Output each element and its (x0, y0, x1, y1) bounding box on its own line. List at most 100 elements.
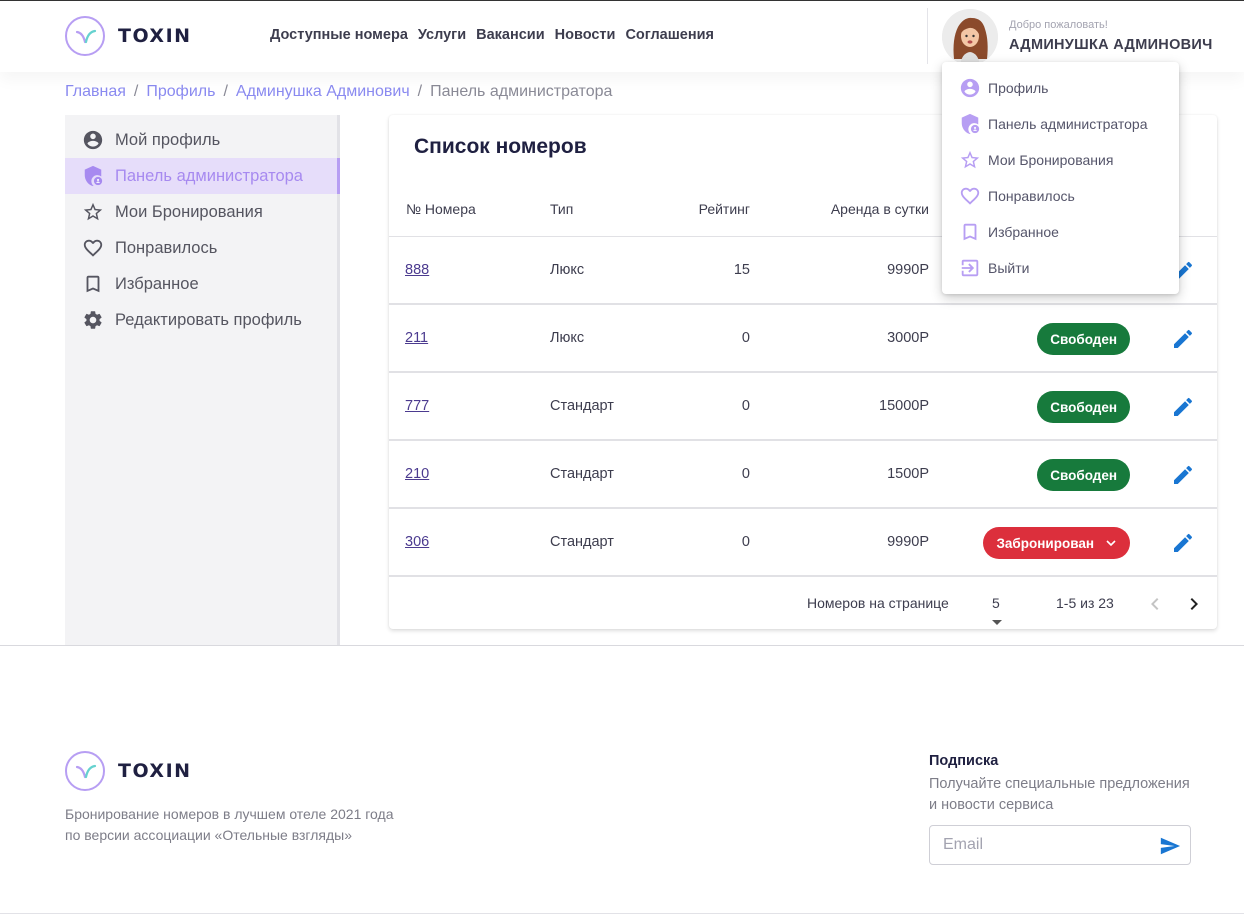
gear-icon (82, 309, 104, 331)
sidebar-item-label: Панель администратора (115, 166, 303, 185)
status-badge-label: Забронирован (996, 535, 1094, 551)
sidebar-item-edit-profile[interactable]: Редактировать профиль (65, 302, 337, 338)
edit-icon[interactable] (1171, 531, 1195, 555)
username[interactable]: АДМИНУШКА АДМИНОВИЧ (1009, 37, 1213, 53)
column-header-type[interactable]: Тип (550, 201, 573, 217)
room-type: Люкс (550, 262, 585, 278)
rows-per-page-label: Номеров на странице (807, 595, 949, 611)
subscribe-description: Получайте специальные предложения и ново… (929, 774, 1229, 816)
edit-icon[interactable] (1171, 327, 1195, 351)
sidebar: Мой профиль Панель администратора Мои Бр… (65, 115, 340, 645)
room-rating: 0 (741, 330, 750, 346)
account-circle-icon (959, 77, 981, 99)
admin-shield-icon (959, 113, 981, 135)
breadcrumb-current: Панель администратора (430, 83, 613, 100)
menu-item-admin-panel[interactable]: Панель администратора (942, 106, 1179, 142)
sidebar-item-admin-panel[interactable]: Панель администратора (65, 158, 340, 194)
breadcrumb-separator: / (223, 83, 228, 100)
status-badge-free[interactable]: Свободен (1037, 391, 1130, 423)
main-nav: Доступные номера Услуги Вакансии Новости… (270, 27, 714, 43)
column-header-rating[interactable]: Рейтинг (699, 201, 750, 217)
rows-per-page-select[interactable]: 5 (992, 595, 1002, 625)
star-outline-icon (959, 149, 981, 171)
nav-vacancies[interactable]: Вакансии (476, 27, 545, 43)
caret-down-icon (992, 613, 1002, 629)
status-badge-booked[interactable]: Забронирован (983, 527, 1130, 559)
status-badge-free[interactable]: Свободен (1037, 323, 1130, 355)
chevron-left-icon (1151, 598, 1159, 610)
table-row: 777 Стандарт 0 15000Р Свободен (389, 373, 1217, 441)
room-price: 1500Р (887, 466, 929, 482)
room-number-link[interactable]: 211 (405, 330, 428, 346)
menu-item-label: Понравилось (988, 188, 1075, 204)
footer-logo[interactable]: TOXIN (65, 751, 192, 791)
room-number-link[interactable]: 888 (405, 262, 429, 278)
table-row: 210 Стандарт 0 1500Р Свободен (389, 441, 1217, 509)
menu-item-bookings[interactable]: Мои Бронирования (942, 142, 1179, 178)
footer-description: Бронирование номеров в лучшем отеле 2021… (65, 804, 465, 846)
logo[interactable]: TOXIN (65, 16, 192, 56)
sidebar-item-favorites[interactable]: Избранное (65, 266, 337, 302)
logo-icon (65, 751, 105, 791)
sidebar-item-bookings[interactable]: Мои Бронирования (65, 194, 337, 230)
menu-item-label: Мои Бронирования (988, 152, 1114, 168)
logo-text: TOXIN (118, 760, 192, 782)
room-rating: 0 (741, 534, 750, 550)
edit-icon[interactable] (1171, 395, 1195, 419)
nav-services[interactable]: Услуги (418, 27, 466, 43)
table-row: 306 Стандарт 0 9990Р Забронирован (389, 509, 1217, 577)
room-price: 15000Р (879, 398, 929, 414)
breadcrumb-home[interactable]: Главная (65, 83, 126, 101)
bookmark-outline-icon (82, 273, 104, 295)
subscribe-title: Подписка (929, 753, 999, 769)
admin-shield-icon (82, 165, 104, 187)
account-circle-icon (82, 129, 104, 151)
room-number-link[interactable]: 777 (405, 398, 429, 414)
chevron-right-icon (1190, 598, 1198, 610)
menu-item-label: Выйти (988, 260, 1030, 276)
room-type: Стандарт (550, 534, 614, 550)
subscribe-description-line: Получайте специальные предложения (929, 776, 1190, 792)
footer-bottom-divider (0, 913, 1244, 914)
nav-agreements[interactable]: Соглашения (625, 27, 714, 43)
room-rating: 15 (733, 262, 750, 278)
logo-text: TOXIN (118, 25, 192, 47)
room-price: 9990Р (887, 534, 929, 550)
edit-icon[interactable] (1171, 463, 1195, 487)
menu-item-label: Профиль (988, 80, 1049, 96)
menu-item-liked[interactable]: Понравилось (942, 178, 1179, 214)
room-number-link[interactable]: 210 (405, 466, 429, 482)
sidebar-item-label: Редактировать профиль (115, 310, 302, 329)
column-header-price[interactable]: Аренда в сутки (831, 201, 929, 217)
bookmark-outline-icon (959, 221, 981, 243)
email-input[interactable] (943, 826, 1153, 864)
heart-outline-icon (959, 185, 981, 207)
column-header-number[interactable]: № Номера (406, 201, 476, 217)
sidebar-item-label: Понравилось (115, 238, 218, 257)
nav-available-rooms[interactable]: Доступные номера (270, 27, 408, 43)
room-rating: 0 (741, 466, 750, 482)
status-badge-free[interactable]: Свободен (1037, 459, 1130, 491)
avatar[interactable] (942, 9, 998, 65)
sidebar-item-my-profile[interactable]: Мой профиль (65, 122, 337, 158)
header-divider (927, 8, 928, 64)
menu-item-favorites[interactable]: Избранное (942, 214, 1179, 250)
user-menu-dropdown: Профиль Панель администратора Мои Бронир… (942, 62, 1179, 294)
breadcrumb-profile[interactable]: Профиль (146, 83, 215, 101)
breadcrumb-separator: / (417, 83, 423, 100)
menu-item-profile[interactable]: Профиль (942, 70, 1179, 106)
logo-icon (65, 16, 105, 56)
heart-outline-icon (82, 237, 104, 259)
room-number-link[interactable]: 306 (405, 534, 429, 550)
next-page-button[interactable] (1182, 592, 1206, 616)
nav-news[interactable]: Новости (555, 27, 616, 43)
menu-item-logout[interactable]: Выйти (942, 250, 1179, 286)
prev-page-button[interactable] (1143, 592, 1167, 616)
send-icon[interactable] (1159, 835, 1181, 857)
room-rating: 0 (741, 398, 750, 414)
welcome-text: Добро пожаловать! (1009, 19, 1108, 31)
footer-description-line: по версии ассоциации «Отельные взгляды» (65, 827, 352, 843)
sidebar-item-liked[interactable]: Понравилось (65, 230, 337, 266)
breadcrumb-user[interactable]: Админушка Админович (236, 83, 410, 101)
room-price: 9990Р (887, 262, 929, 278)
